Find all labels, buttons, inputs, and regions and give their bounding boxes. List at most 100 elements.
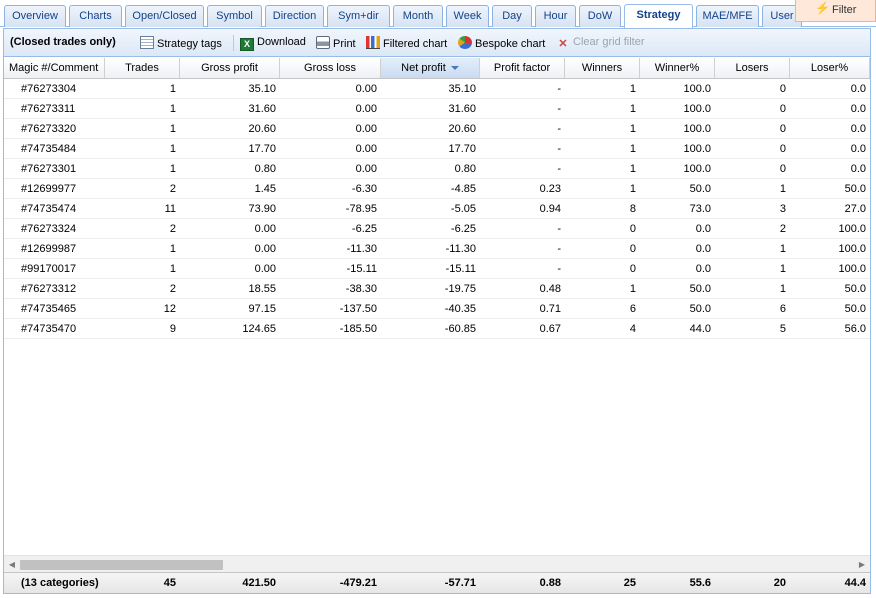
- cell-winners: 1: [629, 163, 636, 175]
- cell-magic: #74735474: [21, 203, 77, 215]
- cell-profit-factor: -: [557, 223, 561, 235]
- tab-week[interactable]: Week: [446, 5, 489, 27]
- summary-net-profit: -57.71: [444, 577, 476, 589]
- bespoke-chart-button[interactable]: Bespoke chart: [458, 36, 545, 50]
- filter-button[interactable]: ⚡ Filter: [795, 0, 876, 22]
- cell-trades: 9: [169, 323, 176, 335]
- column-header-magic[interactable]: Magic #/Comment: [4, 58, 105, 78]
- cell-winners: 1: [629, 283, 636, 295]
- tab-dow[interactable]: DoW: [579, 5, 621, 27]
- summary-trades: 45: [163, 577, 176, 589]
- column-header-profit-factor[interactable]: Profit factor: [480, 58, 565, 78]
- tab-strip: Overview Charts Open/Closed Symbol Direction…: [0, 0, 876, 28]
- sort-descending-icon: [450, 66, 459, 70]
- cell-profit-factor: -: [557, 263, 561, 275]
- cell-trades: 1: [169, 83, 176, 95]
- scroll-left-icon[interactable]: ◀: [5, 557, 19, 572]
- table-row[interactable]: #76273324 2 0.00 -6.25 -6.25 - 0 0.0 2 100.0: [4, 219, 870, 239]
- scrollbar-thumb[interactable]: [20, 560, 223, 570]
- column-header-loser-pct[interactable]: Loser%: [790, 58, 870, 78]
- table-row[interactable]: #74735470 9 124.65 -185.50 -60.85 0.67 4 44.0 5 5…: [4, 319, 870, 339]
- cell-profit-factor: 0.48: [539, 283, 561, 295]
- filtered-chart-button[interactable]: Filtered chart: [366, 36, 447, 50]
- column-header-winner-pct[interactable]: Winner%: [640, 58, 715, 78]
- column-header-label: Winners: [581, 62, 623, 74]
- column-header-label: Magic #/Comment: [9, 62, 99, 74]
- column-header-net-profit[interactable]: Net profit: [381, 58, 480, 78]
- cell-trades: 12: [163, 303, 176, 315]
- column-header-winners[interactable]: Winners: [565, 58, 640, 78]
- cell-net-profit: -15.11: [445, 263, 476, 275]
- print-button[interactable]: Print: [316, 36, 356, 50]
- tab-overview[interactable]: Overview: [4, 5, 66, 27]
- table-row[interactable]: #76273312 2 18.55 -38.30 -19.75 0.48 1 50.0 1 50.…: [4, 279, 870, 299]
- download-button[interactable]: X Download: [240, 36, 306, 51]
- column-header-trades[interactable]: Trades: [105, 58, 180, 78]
- column-header-label: Loser%: [810, 62, 849, 74]
- cell-losers: 1: [779, 243, 786, 255]
- clear-grid-filter-button[interactable]: ✕ Clear grid filter: [556, 36, 644, 51]
- cell-loser-pct: 0.0: [850, 143, 866, 155]
- cell-magic: #76273312: [21, 283, 77, 295]
- column-header-gross-profit[interactable]: Gross profit: [180, 58, 280, 78]
- table-row[interactable]: #12699977 2 1.45 -6.30 -4.85 0.23 1 50.0 1 50.0: [4, 179, 870, 199]
- cell-magic: #12699977: [21, 183, 77, 195]
- tab-month[interactable]: Month: [393, 5, 443, 27]
- toolbar: (Closed trades only) Strategy tags X Down…: [4, 29, 870, 57]
- table-row[interactable]: #76273311 1 31.60 0.00 31.60 - 1 100.0 0 0.0: [4, 99, 870, 119]
- cell-winner-pct: 0.0: [695, 243, 711, 255]
- tab-direction[interactable]: Direction: [265, 5, 324, 27]
- scroll-right-icon[interactable]: ▶: [855, 557, 869, 572]
- cell-loser-pct: 56.0: [844, 323, 866, 335]
- cell-trades: 1: [169, 263, 176, 275]
- cell-net-profit: 31.60: [448, 103, 476, 115]
- tab-sym-dir[interactable]: Sym+dir: [327, 5, 390, 27]
- table-row[interactable]: #99170017 1 0.00 -15.11 -15.11 - 0 0.0 1 100.0: [4, 259, 870, 279]
- cell-profit-factor: -: [557, 243, 561, 255]
- tab-day[interactable]: Day: [492, 5, 532, 27]
- cell-winner-pct: 0.0: [695, 263, 711, 275]
- horizontal-scrollbar[interactable]: ◀ ▶: [4, 555, 870, 572]
- cell-losers: 1: [779, 263, 786, 275]
- cell-winner-pct: 73.0: [689, 203, 711, 215]
- table-row[interactable]: #76273304 1 35.10 0.00 35.10 - 1 100.0 0 0.0: [4, 79, 870, 99]
- tab-hour[interactable]: Hour: [535, 5, 576, 27]
- cell-winner-pct: 100.0: [683, 143, 711, 155]
- tab-symbol[interactable]: Symbol: [207, 5, 262, 27]
- cell-winner-pct: 0.0: [695, 223, 711, 235]
- cell-trades: 1: [169, 143, 176, 155]
- cell-losers: 1: [779, 183, 786, 195]
- cell-magic: #12699987: [21, 243, 77, 255]
- tab-strategy[interactable]: Strategy: [624, 4, 693, 28]
- tab-charts[interactable]: Charts: [69, 5, 122, 27]
- table-row[interactable]: #76273320 1 20.60 0.00 20.60 - 1 100.0 0 0.0: [4, 119, 870, 139]
- cell-loser-pct: 100.0: [838, 243, 866, 255]
- cell-losers: 0: [779, 83, 786, 95]
- table-row[interactable]: #74735474 11 73.90 -78.95 -5.05 0.94 8 73.0 3 27.…: [4, 199, 870, 219]
- column-header-label: Losers: [735, 62, 769, 74]
- table-row[interactable]: #76273301 1 0.80 0.00 0.80 - 1 100.0 0 0.0: [4, 159, 870, 179]
- summary-winners: 25: [623, 577, 636, 589]
- cell-gross-loss: 0.00: [355, 143, 377, 155]
- cell-winner-pct: 100.0: [683, 163, 711, 175]
- cell-gross-loss: 0.00: [355, 83, 377, 95]
- cell-gross-profit: 0.80: [254, 163, 276, 175]
- tab-mae-mfe[interactable]: MAE/MFE: [696, 5, 759, 27]
- column-header-losers[interactable]: Losers: [715, 58, 790, 78]
- cell-gross-loss: -15.11: [346, 263, 377, 275]
- cell-winner-pct: 50.0: [689, 303, 711, 315]
- table-row[interactable]: #74735465 12 97.15 -137.50 -40.35 0.71 6 50.0 6 5…: [4, 299, 870, 319]
- column-header-gross-loss[interactable]: Gross loss: [280, 58, 381, 78]
- tab-open-closed[interactable]: Open/Closed: [125, 5, 204, 27]
- cell-gross-loss: -185.50: [339, 323, 377, 335]
- cell-winners: 0: [629, 223, 636, 235]
- filtered-chart-label: Filtered chart: [383, 38, 448, 50]
- cell-loser-pct: 27.0: [844, 203, 866, 215]
- strategy-tags-button[interactable]: Strategy tags: [140, 36, 222, 50]
- cell-gross-profit: 31.60: [248, 103, 276, 115]
- table-row[interactable]: #12699987 1 0.00 -11.30 -11.30 - 0 0.0 1 100.0: [4, 239, 870, 259]
- cell-winner-pct: 100.0: [683, 103, 711, 115]
- strategy-panel: (Closed trades only) Strategy tags X Down…: [3, 28, 871, 594]
- cell-net-profit: 17.70: [448, 143, 476, 155]
- table-row[interactable]: #74735484 1 17.70 0.00 17.70 - 1 100.0 0 0.0: [4, 139, 870, 159]
